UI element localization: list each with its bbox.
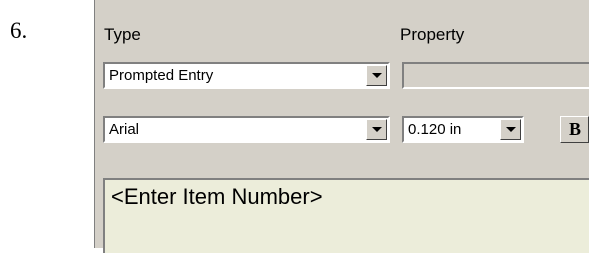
property-field[interactable] xyxy=(402,62,589,89)
type-label: Type xyxy=(104,25,141,44)
chevron-down-icon[interactable] xyxy=(500,119,521,140)
font-select-value: Arial xyxy=(109,121,140,138)
chevron-down-icon[interactable] xyxy=(366,65,387,86)
property-label: Property xyxy=(400,25,465,44)
font-select[interactable]: Arial xyxy=(103,116,390,143)
bold-button[interactable]: B xyxy=(560,116,589,143)
text-entry-area[interactable]: <Enter Item Number> xyxy=(103,178,589,253)
type-select-value: Prompted Entry xyxy=(109,67,214,84)
size-select-value: 0.120 in xyxy=(408,121,462,138)
size-select[interactable]: 0.120 in xyxy=(402,116,524,143)
type-select[interactable]: Prompted Entry xyxy=(103,62,390,89)
step-number: 6. xyxy=(10,18,28,43)
chevron-down-icon[interactable] xyxy=(366,119,387,140)
